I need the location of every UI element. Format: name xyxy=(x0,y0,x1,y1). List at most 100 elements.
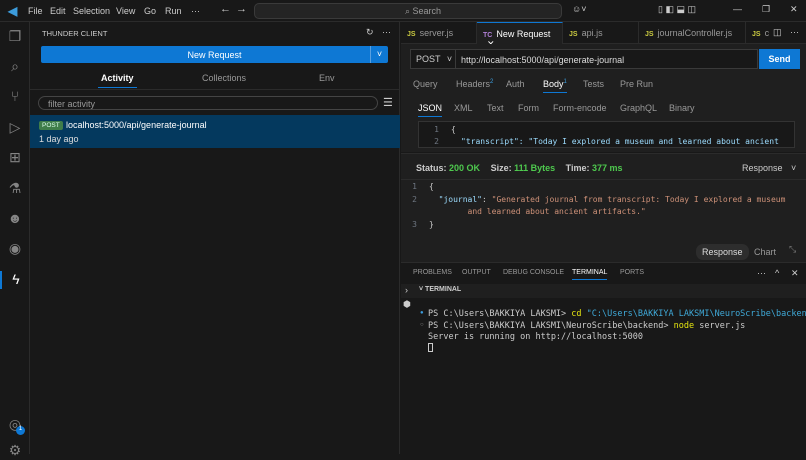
response-dropdown[interactable]: Response ˅ xyxy=(742,163,796,173)
size-value: 111 Bytes xyxy=(514,163,555,173)
response-view-button[interactable]: Response xyxy=(696,244,749,260)
chevron-down-icon[interactable]: ˅ xyxy=(370,46,388,63)
title-bar: ◀ File Edit Selection View Go Run ··· ← … xyxy=(0,0,806,22)
tab-collections[interactable]: Collections xyxy=(202,73,246,83)
menu-selection[interactable]: Selection xyxy=(73,6,110,16)
response-status-bar: Status: 200 OK Size: 111 Bytes Time: 377… xyxy=(416,163,623,173)
code-text: { xyxy=(429,182,434,191)
body-type-form[interactable]: Form xyxy=(518,103,539,113)
url-input[interactable]: http://localhost:5000/api/generate-journ… xyxy=(461,55,624,65)
extensions-icon[interactable]: ⊞ xyxy=(6,149,24,167)
body-type-form-encode[interactable]: Form-encode xyxy=(553,103,607,113)
tab-new-request[interactable]: TCNew Request ✕ xyxy=(477,22,563,44)
layout-icons[interactable]: ▯ ◧ ⬓ ◫ xyxy=(658,4,696,15)
tab-pre-run[interactable]: Pre Run xyxy=(620,79,653,89)
tab-server-js[interactable]: JSserver.js xyxy=(401,22,477,44)
tab-body[interactable]: Body1 xyxy=(543,79,567,93)
body-type-xml[interactable]: XML xyxy=(454,103,473,113)
chevron-right-icon[interactable]: › xyxy=(405,285,408,295)
tab-journal-controller-js[interactable]: JSjournalController.js xyxy=(639,22,746,44)
js-file-icon: JS xyxy=(752,31,761,38)
copilot-chat-icon[interactable]: ☻ xyxy=(6,210,24,228)
close-panel-icon[interactable]: ✕ xyxy=(791,268,799,279)
tab-tests[interactable]: Tests xyxy=(583,79,604,89)
more-actions-icon[interactable]: ··· xyxy=(382,27,391,37)
menu-edit[interactable]: Edit xyxy=(50,6,66,16)
filter-activity-input[interactable]: filter activity xyxy=(38,96,378,110)
body-type-graphql[interactable]: GraphQL xyxy=(620,103,657,113)
panel-tab-terminal[interactable]: TERMINAL xyxy=(572,269,607,280)
tab-overflow[interactable]: JS c xyxy=(746,22,770,44)
back-arrow-icon[interactable]: ← xyxy=(220,3,231,15)
js-file-icon: JS xyxy=(569,31,578,38)
explorer-icon[interactable]: ❐ xyxy=(6,28,24,46)
menu-view[interactable]: View xyxy=(116,6,135,16)
activity-url: localhost:5000/api/generate-journal xyxy=(66,120,207,130)
tab-headers[interactable]: Headers2 xyxy=(456,79,493,89)
send-button[interactable]: Send xyxy=(759,49,800,69)
expand-icon[interactable]: ⤡ xyxy=(789,244,796,255)
search-placeholder: Search xyxy=(413,6,442,16)
thunder-client-icon[interactable]: ϟ xyxy=(0,271,30,289)
tab-activity[interactable]: Activity xyxy=(98,73,137,88)
terminal-section-header[interactable]: › ˅ TERMINAL xyxy=(401,284,806,298)
panel-tab-debug-console[interactable]: DEBUG CONSOLE xyxy=(503,269,564,276)
run-debug-icon[interactable]: ▷ xyxy=(6,119,24,137)
settings-gear-icon[interactable]: ⚙ xyxy=(6,442,24,460)
tab-api-js[interactable]: JS api.js xyxy=(563,22,639,44)
split-editor-icon[interactable]: ◫ xyxy=(773,27,782,38)
account-badge: 1 xyxy=(16,426,25,435)
panel-tab-problems[interactable]: PROBLEMS xyxy=(413,269,452,276)
activity-item[interactable]: POST localhost:5000/api/generate-journal… xyxy=(30,115,400,148)
time-label: Time: xyxy=(566,163,590,173)
code-text: { xyxy=(451,125,456,134)
menu-run[interactable]: Run xyxy=(165,6,182,16)
new-request-button[interactable]: New Request ˅ xyxy=(41,46,388,63)
tab-auth[interactable]: Auth xyxy=(506,79,525,89)
time-value: 377 ms xyxy=(592,163,623,173)
dropdown-label: Response xyxy=(742,163,783,173)
menu-go[interactable]: Go xyxy=(144,6,156,16)
status-label: Status: xyxy=(416,163,447,173)
menu-more[interactable]: ··· xyxy=(191,6,200,16)
source-control-icon[interactable]: ⑂ xyxy=(6,88,24,106)
body-type-text[interactable]: Text xyxy=(487,103,504,113)
terminal-line: PS C:\Users\BAKKIYA LAKSMI\NeuroScribe\b… xyxy=(428,321,745,331)
body-type-json[interactable]: JSON xyxy=(418,103,442,117)
argument: server.js xyxy=(694,321,745,331)
terminal-line: PS C:\Users\BAKKIYA LAKSMI> cd "C:\Users… xyxy=(428,309,806,319)
restore-icon[interactable]: ❐ xyxy=(762,4,770,15)
copilot-icon[interactable]: ☺˅ xyxy=(572,4,586,14)
editor-more-icon[interactable]: ··· xyxy=(790,27,799,37)
method-value: POST xyxy=(416,54,440,64)
panel-more-icon[interactable]: ··· xyxy=(757,268,766,278)
menu-file[interactable]: File xyxy=(28,6,43,16)
request-body-editor[interactable]: 1{ 2"transcript": "Today I explored a mu… xyxy=(418,121,795,148)
panel-tab-output[interactable]: OUTPUT xyxy=(462,269,491,276)
close-window-icon[interactable]: ✕ xyxy=(790,4,798,15)
json-value: "Generated journal from transcript: Toda… xyxy=(492,195,786,204)
testing-icon[interactable]: ⚗ xyxy=(6,180,24,198)
refresh-icon[interactable]: ↻ xyxy=(366,27,374,38)
panel-tab-ports[interactable]: PORTS xyxy=(620,269,644,276)
tab-query[interactable]: Query xyxy=(413,79,438,89)
divider xyxy=(401,179,806,180)
code-line: 1{ xyxy=(419,124,794,136)
github-icon[interactable]: ◉ xyxy=(6,240,24,258)
maximize-panel-icon[interactable]: ^ xyxy=(775,268,779,278)
search-box[interactable]: ⌕ Search xyxy=(254,3,562,19)
prompt: PS C:\Users\BAKKIYA LAKSMI> xyxy=(428,309,571,319)
body-type-binary[interactable]: Binary xyxy=(669,103,695,113)
search-view-icon[interactable]: ⌕ xyxy=(6,58,24,76)
tab-label: server.js xyxy=(420,28,454,38)
tab-env[interactable]: Env xyxy=(319,73,335,83)
prompt: PS C:\Users\BAKKIYA LAKSMI\NeuroScribe\b… xyxy=(428,321,674,331)
menu-icon[interactable]: ☰ xyxy=(383,96,393,109)
chart-view-button[interactable]: Chart xyxy=(754,247,776,257)
tab-label: api.js xyxy=(582,28,603,38)
tab-label: c xyxy=(765,28,770,38)
minimize-icon[interactable]: — xyxy=(733,4,742,14)
method-select[interactable]: POST ˅ xyxy=(410,49,456,69)
forward-arrow-icon[interactable]: → xyxy=(236,3,247,15)
thunder-client-sidebar: THUNDER CLIENT ↻ ··· New Request ˅ Activ… xyxy=(30,22,400,454)
